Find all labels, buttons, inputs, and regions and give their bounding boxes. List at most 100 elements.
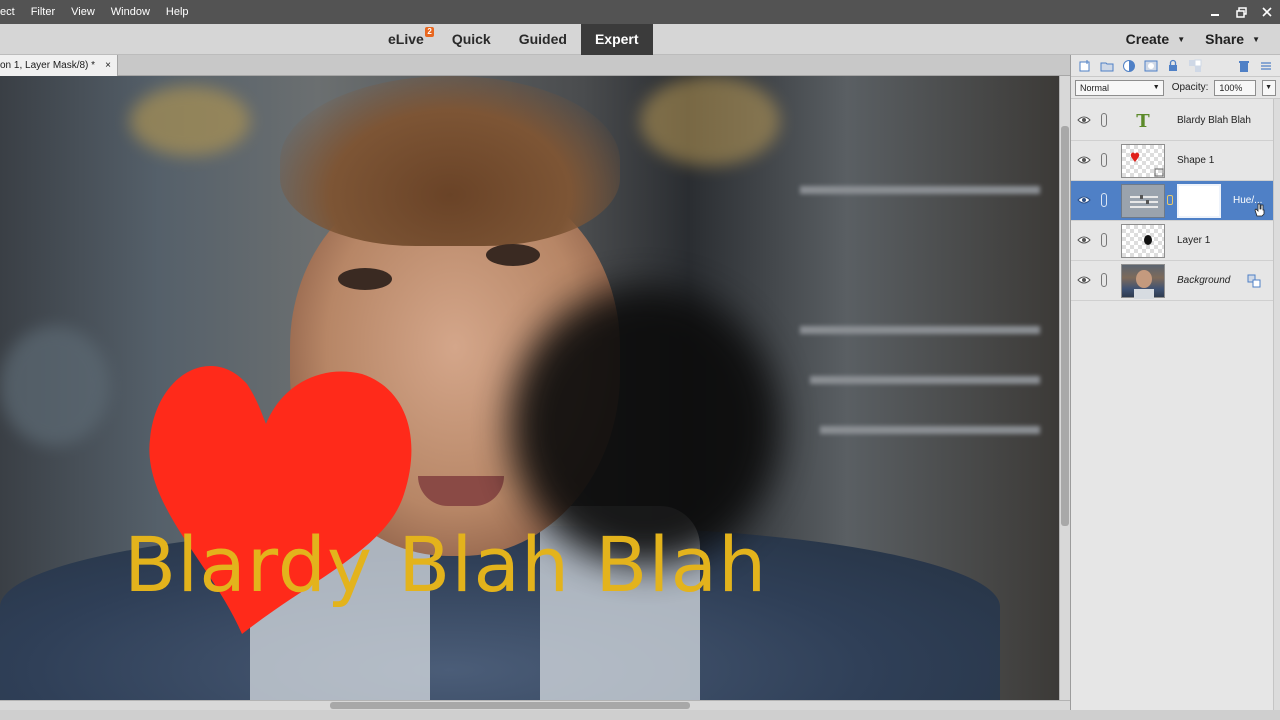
menu-window[interactable]: Window	[103, 0, 158, 24]
blend-mode-select[interactable]: Normal ▼	[1075, 79, 1164, 96]
create-menu[interactable]: Create ▼	[1116, 24, 1196, 55]
eye-icon[interactable]	[1077, 234, 1091, 246]
restore-button[interactable]	[1228, 0, 1254, 24]
layer-row-background[interactable]: Background	[1071, 261, 1273, 301]
mode-elive[interactable]: eLive 2	[374, 24, 438, 55]
photo-eye-left	[338, 268, 392, 290]
photo-thumbnail-icon	[1134, 270, 1154, 299]
opacity-input[interactable]: 100%	[1214, 79, 1257, 96]
menu-lines-icon	[1261, 61, 1271, 70]
mask-link-icon[interactable]	[1167, 195, 1173, 205]
layer-thumbnail	[1121, 224, 1165, 258]
window-controls	[1202, 0, 1280, 24]
background-shelf	[800, 186, 1040, 194]
eye-icon[interactable]	[1077, 154, 1091, 166]
mode-guided[interactable]: Guided	[505, 24, 581, 55]
layer-name: Layer 1	[1177, 235, 1211, 246]
layer-name: Blardy Blah Blah	[1177, 115, 1251, 126]
canvas-vertical-scrollbar[interactable]	[1059, 76, 1070, 700]
link-icon[interactable]	[1101, 193, 1107, 207]
panel-menu-button[interactable]	[1258, 58, 1274, 74]
chevron-down-icon: ▼	[1152, 84, 1160, 91]
mode-bar: eLive 2 Quick Guided Expert Create ▼ Sha…	[0, 24, 1280, 55]
mode-expert[interactable]: Expert	[580, 24, 653, 55]
menu-filter[interactable]: Filter	[23, 0, 63, 24]
eye-icon[interactable]	[1077, 274, 1091, 286]
layer-name: Shape 1	[1177, 155, 1215, 166]
photo-hair	[280, 76, 620, 246]
new-layer-button[interactable]	[1077, 58, 1093, 74]
header-actions: Create ▼ Share ▼	[1116, 24, 1270, 55]
link-icon[interactable]	[1101, 153, 1107, 167]
close-window-button[interactable]	[1254, 0, 1280, 24]
close-tab-icon[interactable]: ×	[105, 55, 111, 76]
layer-row-text[interactable]: T Blardy Blah Blah	[1071, 101, 1273, 141]
scroll-thumb[interactable]	[1061, 126, 1069, 526]
restore-icon	[1235, 6, 1247, 18]
trash-icon	[1239, 60, 1249, 72]
layers-scrollbar[interactable]	[1273, 99, 1280, 710]
layer-mask-thumbnail[interactable]	[1177, 184, 1221, 218]
photo-eye-right	[486, 244, 540, 266]
document-tab-title: on 1, Layer Mask/8) *	[0, 60, 96, 71]
layer-row-pixel[interactable]: Layer 1	[1071, 221, 1273, 261]
menu-select[interactable]: ect	[0, 0, 23, 24]
document-tab[interactable]: on 1, Layer Mask/8) * ×	[0, 55, 118, 76]
minimize-button[interactable]	[1202, 0, 1228, 24]
heart-icon	[1130, 152, 1164, 177]
text-layer-icon: T	[1136, 110, 1150, 132]
menu-view[interactable]: View	[63, 0, 103, 24]
new-layer-icon	[1079, 59, 1090, 71]
layer-row-adjustment[interactable]: Hue/...	[1071, 181, 1273, 221]
adjustment-layer-button[interactable]	[1121, 58, 1137, 74]
convert-background-icon[interactable]	[1247, 274, 1261, 288]
brush-stroke-icon	[1144, 235, 1152, 245]
menu-bar: ect Filter View Window Help	[0, 0, 1280, 24]
text-layer-content[interactable]: Blardy Blah Blah	[124, 520, 767, 609]
background-shelf	[820, 426, 1040, 434]
status-bar	[0, 710, 1280, 720]
blend-mode-value: Normal	[1080, 82, 1110, 93]
layer-row-shape[interactable]: Shape 1	[1071, 141, 1273, 181]
chevron-down-icon: ▼	[1252, 35, 1260, 44]
background-light	[130, 86, 250, 156]
layers-toolbar	[1071, 55, 1280, 77]
layer-name: Background	[1177, 275, 1231, 286]
blend-opacity-row: Normal ▼ Opacity: 100% ▼	[1071, 77, 1280, 99]
lock-icon	[1169, 59, 1177, 71]
eye-icon[interactable]	[1077, 114, 1091, 126]
share-menu[interactable]: Share ▼	[1195, 24, 1270, 55]
mode-quick[interactable]: Quick	[438, 24, 505, 55]
close-icon	[1262, 7, 1272, 17]
lock-all-button[interactable]	[1165, 58, 1181, 74]
background-light	[0, 326, 110, 446]
layer-mask-button[interactable]	[1143, 58, 1159, 74]
minimize-icon	[1211, 14, 1219, 16]
chevron-down-icon: ▼	[1177, 35, 1186, 44]
link-icon[interactable]	[1101, 113, 1107, 127]
background-thumbnail	[1121, 264, 1165, 299]
opacity-value: 100%	[1219, 82, 1243, 93]
document-tab-strip: on 1, Layer Mask/8) * ×	[0, 55, 1070, 76]
new-group-button[interactable]	[1099, 58, 1115, 74]
opacity-dropdown[interactable]: ▼	[1262, 79, 1276, 96]
mode-elive-label: eLive	[388, 31, 424, 47]
menu-help[interactable]: Help	[158, 0, 197, 24]
background-light	[640, 76, 780, 166]
layers-panel: Normal ▼ Opacity: 100% ▼ T Blardy Blah B…	[1070, 55, 1280, 710]
link-icon[interactable]	[1101, 273, 1107, 287]
scroll-thumb[interactable]	[330, 702, 690, 709]
link-icon[interactable]	[1101, 233, 1107, 247]
create-label: Create	[1125, 31, 1170, 47]
lock-transparency-icon	[1189, 59, 1202, 72]
adjustment-icon	[1123, 59, 1135, 72]
opacity-label: Opacity:	[1171, 82, 1209, 93]
background-shelf	[800, 326, 1040, 334]
eye-icon[interactable]	[1077, 194, 1091, 206]
background-shelf	[810, 376, 1040, 384]
lock-transparency-button[interactable]	[1187, 58, 1203, 74]
image-canvas[interactable]: Blardy Blah Blah	[0, 76, 1059, 700]
folder-icon	[1100, 62, 1114, 71]
delete-layer-button[interactable]	[1236, 58, 1252, 74]
canvas-horizontal-scrollbar[interactable]	[0, 700, 1070, 710]
